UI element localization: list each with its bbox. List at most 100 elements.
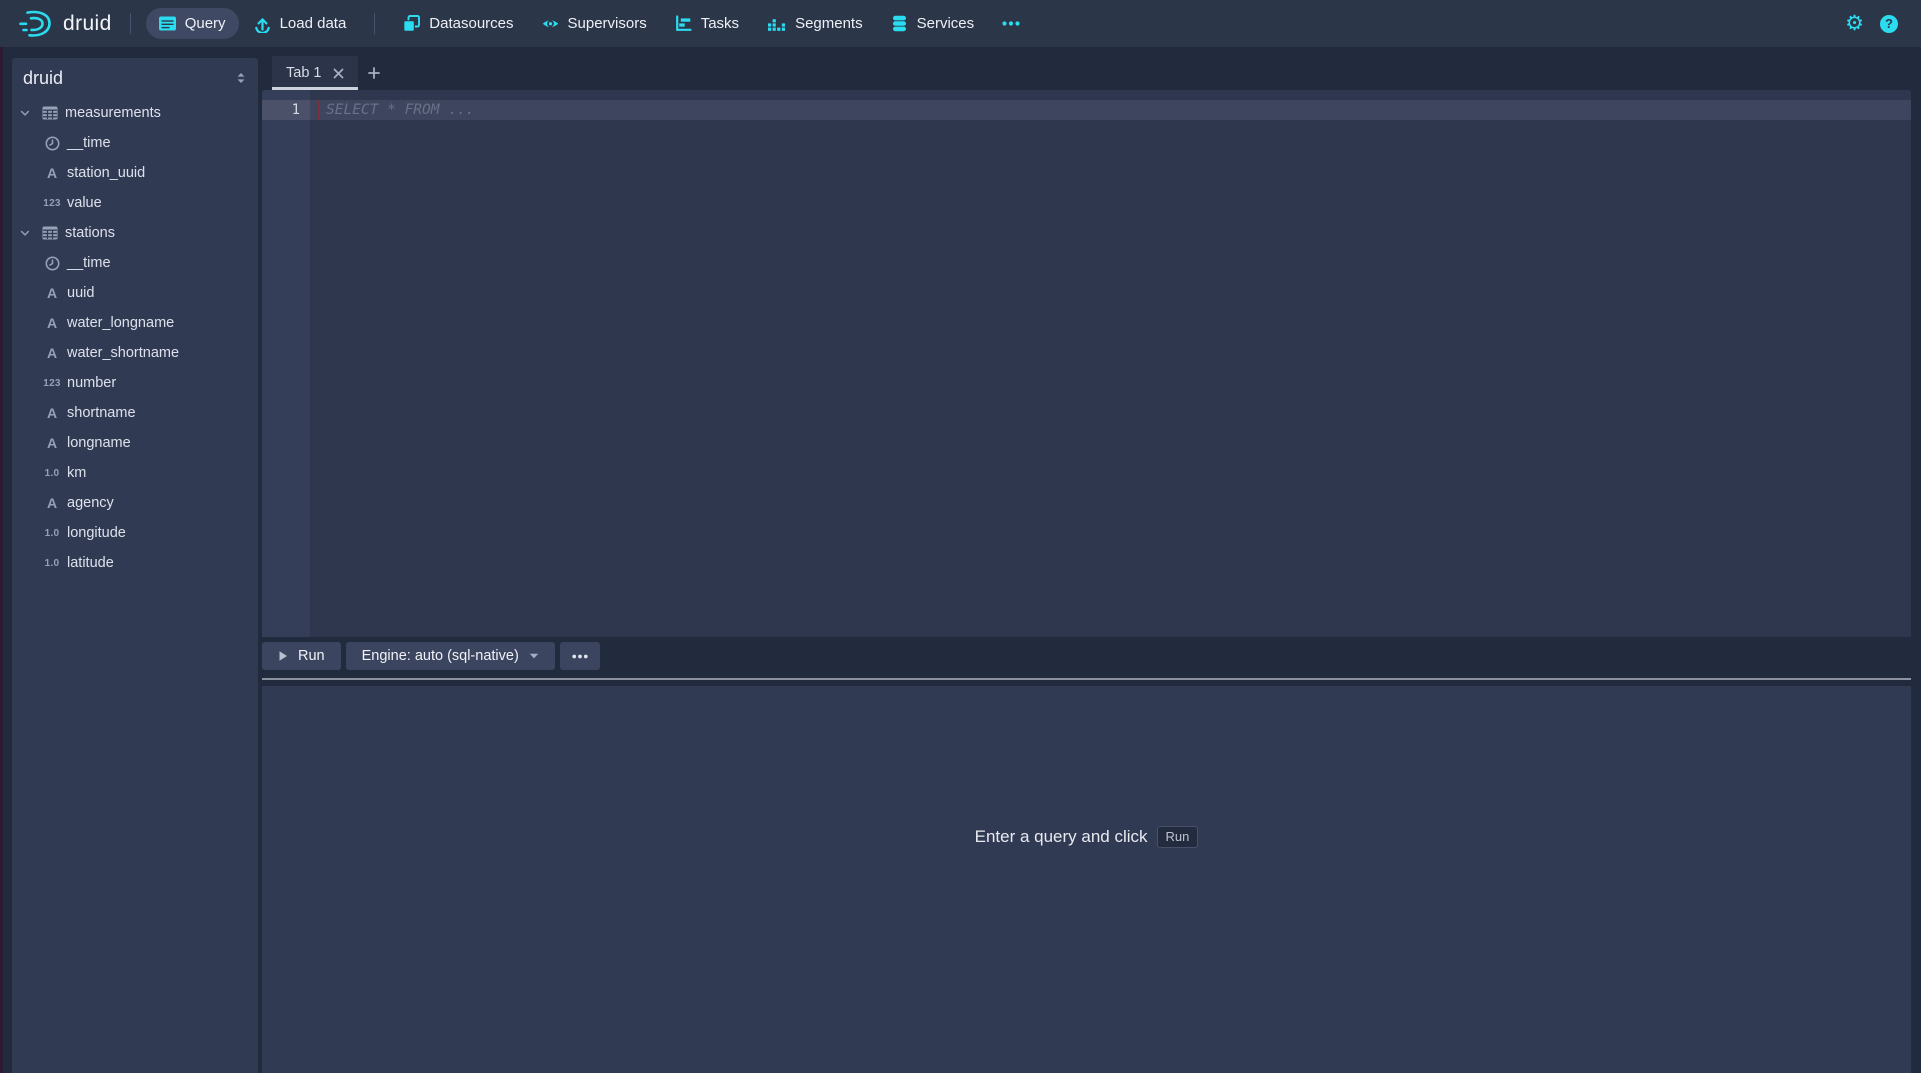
left-edge-strip	[0, 47, 3, 1073]
tree-column-agency[interactable]: A agency	[12, 488, 258, 518]
add-tab-button[interactable]	[358, 56, 390, 90]
text-cursor	[318, 100, 320, 120]
database-icon	[891, 15, 908, 32]
close-icon[interactable]	[333, 68, 344, 79]
tree-label: water_shortname	[67, 345, 179, 361]
run-button[interactable]: Run	[262, 642, 341, 670]
tree-column-water-longname[interactable]: A water_longname	[12, 308, 258, 338]
number-type-icon: 123	[43, 378, 61, 389]
engine-label: Engine: auto (sql-native)	[362, 648, 519, 664]
tree-column-uuid[interactable]: A uuid	[12, 278, 258, 308]
tree-column-latitude[interactable]: 1.0 latitude	[12, 548, 258, 578]
navbar-right: ⚙ ?	[1845, 13, 1898, 34]
nav-item-datasources[interactable]: Datasources	[390, 8, 526, 39]
tree-column-longname[interactable]: A longname	[12, 428, 258, 458]
tree-label: longitude	[67, 525, 126, 541]
upload-icon	[254, 15, 271, 33]
string-type-icon: A	[43, 285, 61, 301]
tree-column-value[interactable]: 123 value	[12, 188, 258, 218]
tree-column-water-shortname[interactable]: A water_shortname	[12, 338, 258, 368]
column-tree: measurements __time A station_uuid 123 v…	[12, 98, 258, 578]
tree-label: number	[67, 375, 116, 391]
nav-item-load-data[interactable]: Load data	[241, 8, 360, 40]
results-panel: Enter a query and click Run	[262, 686, 1911, 1073]
query-editor[interactable]: 1 SELECT * FROM ...	[262, 90, 1911, 637]
caret-down-icon	[529, 653, 539, 659]
tab-1[interactable]: Tab 1	[272, 56, 358, 90]
tree-column-time[interactable]: __time	[12, 128, 258, 158]
float-type-icon: 1.0	[43, 468, 61, 479]
tree-column-station-uuid[interactable]: A station_uuid	[12, 158, 258, 188]
tree-column-shortname[interactable]: A shortname	[12, 398, 258, 428]
schema-sidebar: druid measurements __time A station_uuid…	[12, 58, 258, 1073]
number-type-icon: 123	[43, 198, 61, 209]
eye-icon	[542, 15, 559, 32]
string-type-icon: A	[43, 165, 61, 181]
table-icon	[42, 226, 58, 240]
tree-column-number[interactable]: 123 number	[12, 368, 258, 398]
string-type-icon: A	[43, 405, 61, 421]
time-icon	[43, 256, 61, 271]
nav-item-label: Load data	[280, 15, 347, 32]
nav-item-query[interactable]: Query	[146, 8, 239, 39]
chevron-down-icon	[19, 227, 31, 239]
gantt-chart-icon	[675, 15, 692, 32]
settings-gear-icon[interactable]: ⚙	[1845, 13, 1864, 34]
nav-item-label: Datasources	[429, 15, 513, 32]
nav-item-supervisors[interactable]: Supervisors	[529, 8, 660, 39]
query-tab-bar: Tab 1	[262, 56, 1911, 90]
bar-chart-icon	[767, 16, 786, 32]
top-navbar: druid Query Load data Datasources Superv…	[0, 0, 1921, 47]
nav-item-services[interactable]: Services	[878, 8, 988, 39]
float-type-icon: 1.0	[43, 528, 61, 539]
nav-item-label: Supervisors	[568, 15, 647, 32]
tree-table-measurements[interactable]: measurements	[12, 98, 258, 128]
tree-label: agency	[67, 495, 114, 511]
tree-column-km[interactable]: 1.0 km	[12, 458, 258, 488]
tree-label: longname	[67, 435, 131, 451]
help-icon[interactable]: ?	[1880, 15, 1898, 33]
tree-label: latitude	[67, 555, 114, 571]
run-key-chip: Run	[1157, 826, 1199, 848]
datasources-icon	[403, 15, 420, 32]
time-icon	[43, 136, 61, 151]
nav-item-label: Query	[185, 15, 226, 32]
tree-label: water_longname	[67, 315, 174, 331]
double-caret-vertical-icon	[236, 71, 246, 85]
tree-label: measurements	[65, 105, 161, 121]
nav-item-label: Segments	[795, 15, 863, 32]
tree-column-longitude[interactable]: 1.0 longitude	[12, 518, 258, 548]
more-icon	[572, 654, 588, 659]
string-type-icon: A	[43, 315, 61, 331]
panel-splitter-handle[interactable]	[262, 678, 1911, 680]
nav-more-menu-button[interactable]	[989, 14, 1033, 33]
nav-item-segments[interactable]: Segments	[754, 8, 876, 39]
tree-label: uuid	[67, 285, 94, 301]
nav-item-label: Services	[917, 15, 975, 32]
query-more-button[interactable]	[560, 642, 600, 670]
float-type-icon: 1.0	[43, 558, 61, 569]
tab-label: Tab 1	[286, 65, 321, 81]
nav-item-label: Tasks	[701, 15, 739, 32]
tree-label: __time	[67, 255, 111, 271]
tree-label: __time	[67, 135, 111, 151]
navbar-divider	[130, 13, 131, 34]
tree-label: shortname	[67, 405, 136, 421]
run-button-label: Run	[298, 648, 325, 664]
tree-table-stations[interactable]: stations	[12, 218, 258, 248]
tree-column-time[interactable]: __time	[12, 248, 258, 278]
editor-line-1: 1 SELECT * FROM ...	[262, 100, 1911, 120]
navbar-divider	[374, 13, 375, 34]
active-line-highlight	[310, 100, 1911, 120]
nav-item-tasks[interactable]: Tasks	[662, 8, 752, 39]
tree-label: value	[67, 195, 102, 211]
schema-name: druid	[23, 68, 63, 89]
more-icon	[1002, 21, 1020, 26]
schema-selector[interactable]: druid	[12, 58, 258, 98]
play-icon	[278, 650, 288, 662]
tree-label: stations	[65, 225, 115, 241]
druid-logo[interactable]: druid	[17, 9, 112, 39]
empty-results-text: Enter a query and click	[975, 827, 1148, 847]
editor-gutter	[262, 90, 310, 637]
engine-select-button[interactable]: Engine: auto (sql-native)	[346, 642, 555, 670]
